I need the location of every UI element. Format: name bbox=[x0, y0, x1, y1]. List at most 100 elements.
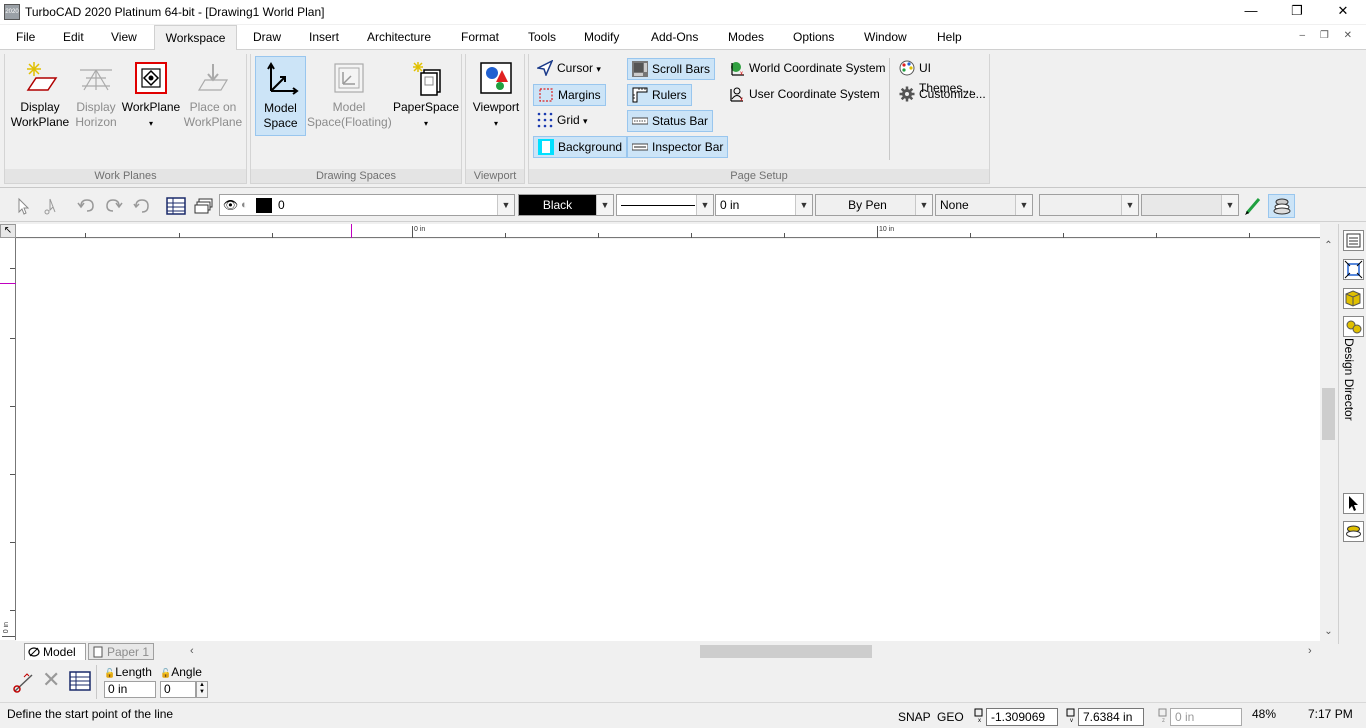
cancel-icon[interactable]: ✕ bbox=[42, 669, 60, 691]
tab-paper-1[interactable]: Paper 1 bbox=[88, 643, 154, 660]
property-palette-toggle[interactable] bbox=[1268, 194, 1295, 218]
y-coordinate-field[interactable]: 7.6384 in bbox=[1078, 708, 1144, 726]
restore-button[interactable]: ❐ bbox=[1274, 0, 1320, 22]
angle-input[interactable]: 0 bbox=[160, 681, 196, 698]
vertical-scrollbar[interactable]: ⌃ ⌄ bbox=[1320, 238, 1337, 642]
fill-combo[interactable]: None ▼ bbox=[935, 194, 1033, 216]
scroll-up-arrow[interactable]: ⌃ bbox=[1320, 240, 1337, 251]
edit-tool-icon[interactable] bbox=[42, 196, 62, 216]
ui-themes-button[interactable]: UI Themes... bbox=[895, 58, 989, 95]
angle-lock-icon[interactable]: 🔓 bbox=[160, 668, 171, 678]
user-coordinate-system-button[interactable]: x User Coordinate System bbox=[725, 84, 884, 106]
menu-format[interactable]: Format bbox=[457, 25, 503, 50]
zoom-extents-icon[interactable] bbox=[1343, 259, 1364, 280]
model-space-floating-button[interactable]: Model Space(Floating) bbox=[307, 60, 392, 130]
paperspace-dropdown-icon[interactable]: ▾ bbox=[424, 119, 428, 128]
menu-tools[interactable]: Tools bbox=[524, 25, 560, 50]
viewport-dropdown-icon[interactable]: ▾ bbox=[494, 119, 498, 128]
ruler-corner[interactable]: ↖ bbox=[0, 224, 16, 238]
customize-button[interactable]: Customize... bbox=[895, 84, 990, 106]
pen-brush-icon[interactable] bbox=[1243, 196, 1263, 216]
cursor-button[interactable]: Cursor bbox=[533, 58, 605, 80]
lock-icon[interactable]: ◐ bbox=[241, 195, 248, 215]
extra-combo-2-arrow[interactable]: ▼ bbox=[1221, 195, 1238, 215]
display-workplane-button[interactable]: Display WorkPlane bbox=[7, 60, 73, 130]
angle-spinner[interactable]: ▲ ▼ bbox=[196, 681, 208, 698]
pen-combo[interactable]: By Pen ▼ bbox=[815, 194, 933, 216]
length-input[interactable]: 0 in bbox=[104, 681, 156, 698]
model-space-button[interactable]: Model Space bbox=[255, 56, 306, 136]
margins-button[interactable]: Margins bbox=[533, 84, 606, 106]
palette-stack-icon[interactable] bbox=[1343, 521, 1364, 542]
inspector-bar-button[interactable]: Inspector Bar bbox=[627, 136, 729, 158]
place-on-workplane-button[interactable]: Place on WorkPlane bbox=[181, 60, 245, 130]
history-icon[interactable] bbox=[132, 196, 152, 216]
grid-button[interactable]: Grid bbox=[533, 110, 592, 132]
line-width-combo[interactable]: 0 in ▼ bbox=[715, 194, 813, 216]
status-bar-button[interactable]: Status Bar bbox=[627, 110, 714, 132]
scroll-right-arrow[interactable]: › bbox=[1308, 643, 1312, 660]
layer-dropdown-arrow[interactable]: ▼ bbox=[497, 195, 514, 215]
world-coordinate-system-button[interactable]: x World Coordinate System bbox=[725, 58, 890, 80]
menu-help[interactable]: Help bbox=[933, 25, 966, 50]
extra-combo-1-arrow[interactable]: ▼ bbox=[1121, 195, 1138, 215]
x-coordinate-field[interactable]: -1.309069 in bbox=[986, 708, 1058, 728]
eye-icon[interactable]: 👁 bbox=[223, 195, 238, 215]
menu-window[interactable]: Window bbox=[860, 25, 911, 50]
menu-architecture[interactable]: Architecture bbox=[363, 25, 435, 50]
mdi-controls[interactable]: – ❐ ✕ bbox=[1300, 30, 1358, 41]
undo-icon[interactable] bbox=[76, 196, 96, 216]
workplane-dropdown-icon[interactable]: ▾ bbox=[149, 119, 153, 128]
extra-combo-2[interactable]: ▼ bbox=[1141, 194, 1239, 216]
color-combo[interactable]: Black ▼ bbox=[518, 194, 614, 216]
layers-icon[interactable] bbox=[194, 196, 214, 216]
extra-combo-1[interactable]: ▼ bbox=[1039, 194, 1139, 216]
scroll-down-arrow[interactable]: ⌄ bbox=[1320, 626, 1337, 637]
workplane-button[interactable]: WorkPlane ▾ bbox=[121, 60, 181, 131]
menu-add-ons[interactable]: Add-Ons bbox=[647, 25, 702, 50]
close-button[interactable]: ✕ bbox=[1320, 0, 1366, 22]
menu-view[interactable]: View bbox=[107, 25, 141, 50]
geo-toggle[interactable]: GEO bbox=[937, 710, 964, 724]
viewport-button[interactable]: Viewport ▾ bbox=[468, 60, 524, 131]
scroll-bars-button[interactable]: Scroll Bars bbox=[627, 58, 716, 80]
menu-insert[interactable]: Insert bbox=[305, 25, 343, 50]
z-coordinate-field[interactable]: 0 in bbox=[1170, 708, 1242, 726]
design-director-page-icon[interactable] bbox=[1343, 230, 1364, 251]
layer-combo[interactable]: 👁 ◐ 0 ▼ bbox=[219, 194, 515, 216]
fill-dropdown-arrow[interactable]: ▼ bbox=[1015, 195, 1032, 215]
menu-options[interactable]: Options bbox=[789, 25, 838, 50]
menu-modify[interactable]: Modify bbox=[580, 25, 623, 50]
line-tool-icon[interactable] bbox=[12, 671, 38, 695]
tab-model[interactable]: Model bbox=[24, 643, 86, 660]
background-button[interactable]: Background bbox=[533, 136, 628, 158]
redo-icon[interactable] bbox=[104, 196, 124, 216]
select-pointer-icon[interactable] bbox=[1343, 493, 1364, 514]
menu-edit[interactable]: Edit bbox=[59, 25, 88, 50]
cube-icon[interactable] bbox=[1343, 288, 1364, 309]
snap-toggle[interactable]: SNAP bbox=[898, 710, 931, 724]
menu-workspace[interactable]: Workspace bbox=[154, 25, 237, 51]
line-width-dropdown-arrow[interactable]: ▼ bbox=[795, 195, 812, 215]
vertical-scroll-thumb[interactable] bbox=[1322, 388, 1335, 440]
rulers-button[interactable]: Rulers bbox=[627, 84, 692, 106]
menu-modes[interactable]: Modes bbox=[724, 25, 768, 50]
design-director-label[interactable]: Design Director bbox=[1342, 338, 1356, 421]
paperspace-button[interactable]: PaperSpace ▾ bbox=[391, 60, 461, 131]
menu-draw[interactable]: Draw bbox=[249, 25, 285, 50]
scroll-left-arrow[interactable]: ‹ bbox=[190, 643, 194, 660]
line-style-combo[interactable]: ▼ bbox=[616, 194, 714, 216]
pen-dropdown-arrow[interactable]: ▼ bbox=[915, 195, 932, 215]
table-icon[interactable] bbox=[166, 196, 186, 216]
menu-file[interactable]: File bbox=[12, 25, 39, 50]
horizontal-scroll-thumb[interactable] bbox=[700, 645, 872, 658]
length-lock-icon[interactable]: 🔓 bbox=[104, 668, 115, 678]
horizontal-scrollbar[interactable]: ‹ › bbox=[186, 643, 1320, 660]
select-arrow-icon[interactable] bbox=[14, 196, 34, 216]
display-horizon-button[interactable]: Display Horizon bbox=[69, 60, 123, 130]
line-style-dropdown-arrow[interactable]: ▼ bbox=[696, 195, 713, 215]
color-dropdown-arrow[interactable]: ▼ bbox=[596, 195, 613, 215]
lights-icon[interactable] bbox=[1343, 316, 1364, 337]
minimize-button[interactable]: — bbox=[1228, 0, 1274, 22]
drawing-canvas[interactable] bbox=[16, 239, 1320, 641]
